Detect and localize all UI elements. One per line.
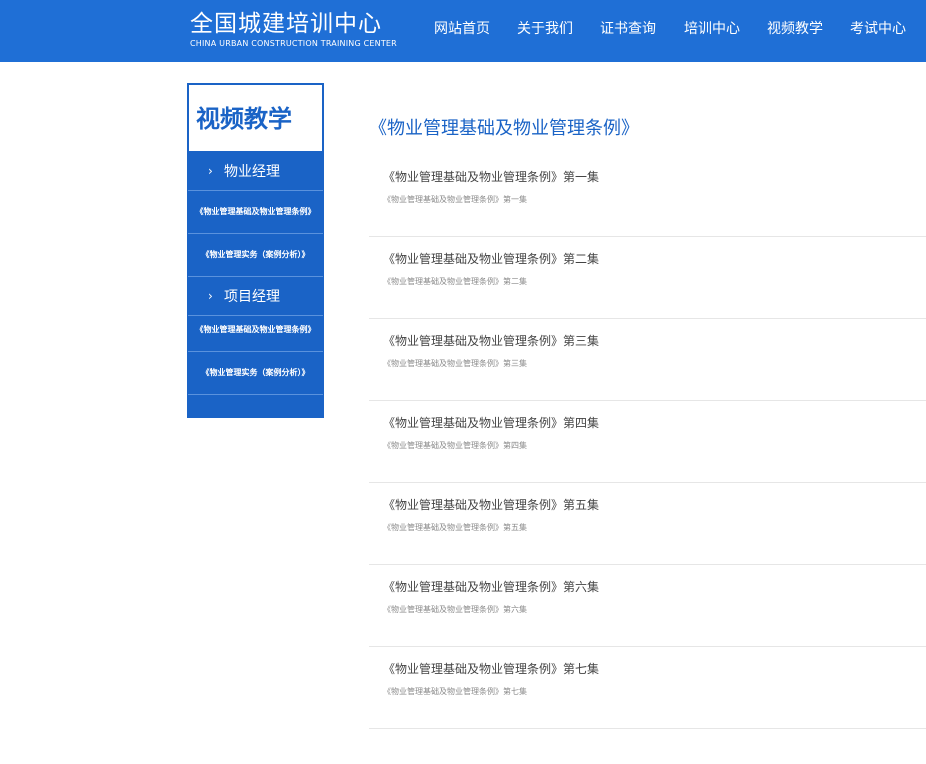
list-item[interactable]: 《物业管理基础及物业管理条例》第五集 《物业管理基础及物业管理条例》第五集 (369, 483, 926, 565)
video-subtitle: 《物业管理基础及物业管理条例》第五集 (383, 523, 527, 532)
video-subtitle: 《物业管理基础及物业管理条例》第二集 (383, 277, 527, 286)
sidebar-item-project-practice[interactable]: 《物业管理实务（案例分析）》 (188, 352, 323, 395)
list-item[interactable]: 《物业管理基础及物业管理条例》第七集 《物业管理基础及物业管理条例》第七集 (369, 647, 926, 729)
list-item[interactable]: 《物业管理基础及物业管理条例》第三集 《物业管理基础及物业管理条例》第三集 (369, 319, 926, 401)
list-item[interactable]: 《物业管理基础及物业管理条例》第六集 《物业管理基础及物业管理条例》第六集 (369, 565, 926, 647)
video-title[interactable]: 《物业管理基础及物业管理条例》第二集 (383, 251, 599, 267)
sidebar-item-label: 《物业管理基础及物业管理条例》 (195, 325, 316, 334)
sidebar-header: 视频教学 (189, 85, 322, 152)
video-subtitle: 《物业管理基础及物业管理条例》第七集 (383, 687, 527, 696)
video-title[interactable]: 《物业管理基础及物业管理条例》第六集 (383, 579, 599, 595)
sidebar-category-label: 项目经理 (224, 289, 280, 305)
video-title[interactable]: 《物业管理基础及物业管理条例》第三集 (383, 333, 599, 349)
video-title[interactable]: 《物业管理基础及物业管理条例》第四集 (383, 415, 599, 431)
list-item[interactable]: 《物业管理基础及物业管理条例》第四集 《物业管理基础及物业管理条例》第四集 (369, 401, 926, 483)
sidebar-title: 视频教学 (196, 105, 292, 133)
video-title[interactable]: 《物业管理基础及物业管理条例》第五集 (383, 497, 599, 513)
sidebar-item-label: 《物业管理基础及物业管理条例》 (195, 207, 316, 216)
sidebar-category-property-manager[interactable]: › 物业经理 (188, 152, 323, 191)
nav-training-center[interactable]: 培训中心 (684, 20, 740, 38)
nav-about[interactable]: 关于我们 (517, 20, 573, 38)
chevron-right-icon: › (208, 164, 213, 178)
top-header-bar: 全国城建培训中心 CHINA URBAN CONSTRUCTION TRAINI… (0, 0, 926, 62)
sidebar-item-property-basics[interactable]: 《物业管理基础及物业管理条例》 (188, 191, 323, 234)
sidebar-item-label: 《物业管理实务（案例分析）》 (201, 368, 310, 377)
sidebar: 视频教学 › 物业经理 《物业管理基础及物业管理条例》 《物业管理实务（案例分析… (187, 83, 324, 418)
main-nav: 网站首页 关于我们 证书查询 培训中心 视频教学 考试中心 (0, 0, 926, 62)
sidebar-item-project-basics[interactable]: 《物业管理基础及物业管理条例》 (188, 309, 323, 352)
video-subtitle: 《物业管理基础及物业管理条例》第四集 (383, 441, 527, 450)
nav-home[interactable]: 网站首页 (434, 20, 490, 38)
sidebar-item-property-practice[interactable]: 《物业管理实务（案例分析）》 (188, 234, 323, 277)
video-title[interactable]: 《物业管理基础及物业管理条例》第一集 (383, 169, 599, 185)
sidebar-item-label: 《物业管理实务（案例分析）》 (201, 250, 310, 259)
nav-exam-center[interactable]: 考试中心 (850, 20, 906, 38)
list-item[interactable]: 《物业管理基础及物业管理条例》第二集 《物业管理基础及物业管理条例》第二集 (369, 237, 926, 319)
nav-video-teaching[interactable]: 视频教学 (767, 20, 823, 38)
video-subtitle: 《物业管理基础及物业管理条例》第三集 (383, 359, 527, 368)
video-title[interactable]: 《物业管理基础及物业管理条例》第七集 (383, 661, 599, 677)
video-subtitle: 《物业管理基础及物业管理条例》第六集 (383, 605, 527, 614)
nav-certificate-query[interactable]: 证书查询 (600, 20, 656, 38)
video-subtitle: 《物业管理基础及物业管理条例》第一集 (383, 195, 527, 204)
video-list: 《物业管理基础及物业管理条例》第一集 《物业管理基础及物业管理条例》第一集 《物… (369, 155, 926, 729)
chevron-right-icon: › (208, 289, 213, 303)
page-title: 《物业管理基础及物业管理条例》 (369, 118, 639, 139)
sidebar-category-label: 物业经理 (224, 164, 280, 180)
list-item[interactable]: 《物业管理基础及物业管理条例》第一集 《物业管理基础及物业管理条例》第一集 (369, 155, 926, 237)
